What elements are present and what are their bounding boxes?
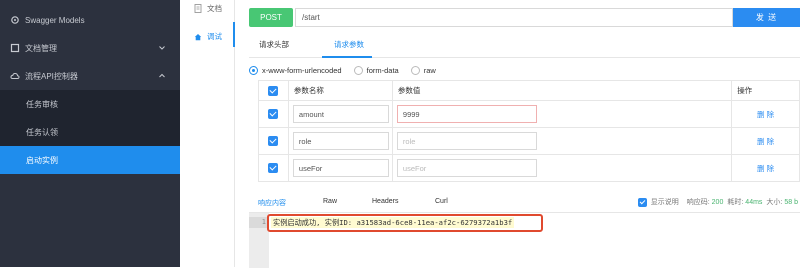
sidebar-subitem-task-review[interactable]: 任务审核: [0, 90, 180, 118]
param-value-cell: 9999: [391, 100, 733, 128]
request-tabs: 请求头部 请求参数: [249, 32, 800, 58]
row-checkbox-cell: [258, 154, 289, 182]
sidebar-item-label: 流程API控制器: [25, 71, 78, 81]
col-header-value: 参数值: [391, 80, 733, 101]
line-number: 1: [249, 217, 269, 228]
table-row: role role 删 除: [258, 127, 800, 155]
param-name-cell: amount: [287, 100, 393, 128]
tab-response-content[interactable]: 响应内容: [258, 198, 286, 208]
sidebar-item-label: Swagger Models: [25, 15, 85, 25]
sidebar-subitem-task-claim[interactable]: 任务认领: [0, 118, 180, 146]
document-icon: [194, 4, 202, 13]
http-method-badge: POST: [249, 8, 293, 27]
radio-form-data[interactable]: form-data: [353, 65, 399, 75]
show-desc-checkbox[interactable]: [637, 197, 647, 207]
col-header-name: 参数名称: [287, 80, 393, 101]
row-checkbox[interactable]: [268, 136, 279, 146]
subnav-doc-label: 文档: [207, 4, 222, 13]
param-value-cell: role: [391, 127, 733, 155]
radio-label: form-data: [366, 65, 399, 75]
radio-dot: [410, 65, 420, 75]
param-value-placeholder: role: [402, 136, 416, 146]
highlight-annotation: [267, 214, 543, 232]
tab-response-raw[interactable]: Raw: [323, 198, 337, 205]
debug-panel: POST /start 发 送 请求头部 请求参数 x-www-form-url…: [236, 0, 800, 268]
sidebar-subitem-label: 任务审核: [26, 99, 58, 109]
radio-raw[interactable]: raw: [410, 65, 436, 75]
sidebar-subitem-label: 启动实例: [26, 155, 58, 165]
time-value: 44ms: [745, 198, 763, 206]
radio-label: x-www-form-urlencoded: [262, 65, 342, 75]
chevron-up-icon: [159, 73, 165, 78]
radio-dot: [353, 65, 363, 75]
param-value-cell: useFor: [391, 154, 733, 182]
row-checkbox-cell: [258, 127, 289, 155]
size-label: 大小:: [766, 199, 783, 206]
send-button[interactable]: 发 送: [733, 8, 800, 27]
tab-active-indicator: [322, 56, 372, 58]
table-row: amount 9999 删 除: [258, 100, 800, 128]
sidebar: Swagger Models 文档管理 流程API控制器 任务审核 任务认领 启…: [0, 0, 180, 267]
param-name-input[interactable]: role: [292, 132, 389, 150]
select-all-cell: [258, 80, 289, 101]
time-label: 耗时:: [727, 199, 744, 206]
tab-response-curl[interactable]: Curl: [435, 198, 448, 205]
home-icon: [194, 33, 202, 40]
param-name-cell: role: [287, 127, 393, 155]
param-value-input[interactable]: role: [396, 132, 537, 150]
sidebar-item-swagger-models[interactable]: Swagger Models: [0, 6, 180, 34]
cloud-icon: [10, 72, 20, 79]
delete-button[interactable]: 删 除: [731, 154, 800, 182]
sidebar-item-doc-manage[interactable]: 文档管理: [0, 34, 180, 62]
tab-request-params[interactable]: 请求参数: [334, 39, 364, 50]
subnav-debug[interactable]: 调试: [194, 31, 222, 42]
radio-urlencoded[interactable]: x-www-form-urlencoded: [249, 65, 342, 75]
doc-subnav: 文档 调试: [180, 0, 235, 267]
param-value-placeholder: useFor: [402, 163, 427, 173]
response-meta: 显示说明 响应码: 200 耗时: 44ms 大小: 58 b: [637, 197, 798, 207]
param-value-input[interactable]: 9999: [396, 105, 537, 123]
delete-button[interactable]: 删 除: [731, 100, 800, 128]
radio-dot: [249, 65, 258, 75]
params-table: 参数名称 参数值 操作 amount 9999 删 除 role role 删 …: [258, 80, 800, 182]
subnav-doc[interactable]: 文档: [194, 3, 222, 14]
subnav-active-indicator: [233, 22, 235, 47]
tab-request-headers[interactable]: 请求头部: [259, 39, 289, 50]
tab-response-headers[interactable]: Headers: [372, 198, 398, 205]
show-desc-label: 显示说明: [650, 199, 679, 206]
table-header-row: 参数名称 参数值 操作: [258, 80, 800, 101]
settings-icon: [11, 16, 19, 24]
param-name-cell: useFor: [287, 154, 393, 182]
sidebar-item-process-api[interactable]: 流程API控制器: [0, 62, 180, 90]
size-value: 58 b: [784, 198, 798, 206]
sidebar-subitem-label: 任务认领: [26, 127, 58, 137]
col-header-action: 操作: [731, 80, 800, 101]
delete-button[interactable]: 删 除: [731, 127, 800, 155]
url-input[interactable]: /start: [295, 8, 733, 27]
content-type-radios: x-www-form-urlencoded form-data raw: [249, 64, 448, 76]
chevron-down-icon: [159, 46, 165, 50]
param-value-input[interactable]: useFor: [396, 159, 537, 177]
row-checkbox[interactable]: [268, 163, 279, 173]
status-label: 响应码:: [686, 199, 710, 206]
subnav-debug-label: 调试: [207, 32, 222, 41]
sidebar-subitem-start-instance[interactable]: 启动实例: [0, 146, 180, 174]
row-checkbox-cell: [258, 100, 289, 128]
response-editor[interactable]: 1 实例启动成功, 实例ID: a31583ad-6ce8-11ea-af2c-…: [249, 212, 800, 268]
sidebar-item-label: 文档管理: [25, 43, 57, 53]
select-all-checkbox[interactable]: [268, 85, 279, 96]
row-checkbox[interactable]: [268, 109, 279, 119]
response-tabs: 响应内容 Raw Headers Curl 显示说明 响应码: 200 耗时: …: [249, 196, 800, 210]
radio-label: raw: [423, 65, 436, 75]
gear-icon: [10, 43, 20, 53]
param-name-input[interactable]: useFor: [292, 159, 389, 177]
table-row: useFor useFor 删 除: [258, 154, 800, 182]
param-name-input[interactable]: amount: [292, 105, 389, 123]
status-value: 200: [711, 198, 724, 206]
